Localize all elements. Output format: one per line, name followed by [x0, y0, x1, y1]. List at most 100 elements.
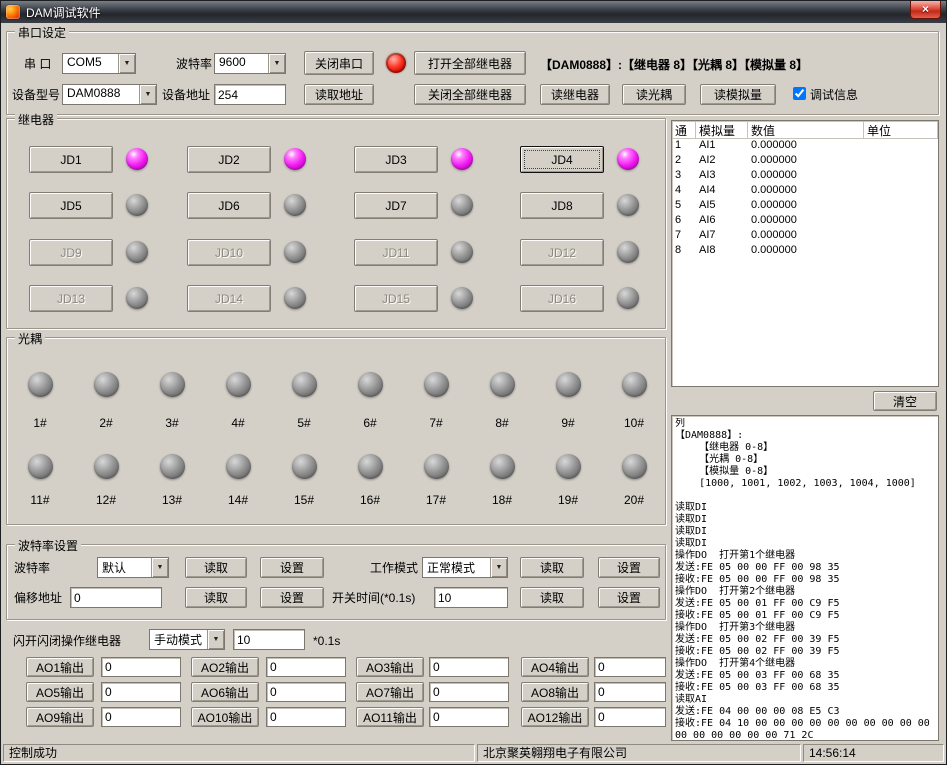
flash-time-input[interactable]	[233, 629, 305, 650]
switch-time-read-button-label: 读取	[540, 589, 564, 606]
baud-setting-combobox[interactable]: 默认 ▼	[97, 557, 169, 578]
analog-table: 通 模拟量 数值 单位 1AI10.000000 2AI20.000000 3A…	[671, 120, 939, 387]
app-icon	[6, 5, 20, 19]
ao-output-button-11[interactable]: AO11输出	[356, 707, 424, 727]
opto-light-5	[292, 372, 317, 397]
ao-value-input-10[interactable]	[266, 707, 346, 727]
ao-output-button-9[interactable]: AO9输出	[26, 707, 94, 727]
cell-unit	[864, 139, 938, 154]
port-combobox[interactable]: COM5 ▼	[62, 53, 136, 74]
model-combobox[interactable]: DAM0888 ▼	[62, 84, 157, 105]
opto-light-8	[490, 372, 515, 397]
open-all-relays-button[interactable]: 打开全部继电器	[414, 51, 526, 75]
relay-button-10-label: JD10	[215, 246, 243, 260]
cell-unit	[864, 199, 938, 214]
relay-button-13[interactable]: JD13	[29, 285, 113, 312]
work-mode-combobox[interactable]: 正常模式 ▼	[422, 557, 508, 578]
switch-time-input[interactable]	[434, 587, 508, 608]
chevron-down-icon[interactable]: ▼	[118, 54, 135, 73]
read-analog-button[interactable]: 读模拟量	[700, 84, 776, 105]
opto-label-14: 14#	[222, 493, 254, 507]
ao-output-button-2[interactable]: AO2输出	[191, 657, 259, 677]
read-relays-button[interactable]: 读继电器	[540, 84, 610, 105]
relay-button-3[interactable]: JD3	[354, 146, 438, 173]
switch-time-read-button[interactable]: 读取	[520, 587, 584, 608]
relay-button-15[interactable]: JD15	[354, 285, 438, 312]
relay-button-11[interactable]: JD11	[354, 239, 438, 266]
device-addr-input[interactable]	[214, 84, 286, 105]
ao-output-button-4[interactable]: AO4输出	[521, 657, 589, 677]
ao-output-button-5[interactable]: AO5输出	[26, 682, 94, 702]
close-serial-button[interactable]: 关闭串口	[304, 51, 374, 75]
ao-value-input-6[interactable]	[266, 682, 346, 702]
relay-button-15-label: JD15	[382, 292, 410, 306]
chevron-down-icon[interactable]: ▼	[151, 558, 168, 577]
relay-button-1[interactable]: JD1	[29, 146, 113, 173]
switch-time-set-button[interactable]: 设置	[598, 587, 660, 608]
ao-value-input-5[interactable]	[101, 682, 181, 702]
chevron-down-icon[interactable]: ▼	[207, 630, 224, 649]
cell-value: 0.000000	[748, 229, 864, 244]
opto-label-5: 5#	[288, 416, 320, 430]
debug-info-checkbox[interactable]	[793, 87, 806, 100]
ao-output-button-10[interactable]: AO10输出	[191, 707, 259, 727]
read-opto-button[interactable]: 读光耦	[622, 84, 686, 105]
ao-value-input-4[interactable]	[594, 657, 666, 677]
cell-name: AI4	[696, 184, 748, 199]
ao-value-input-2[interactable]	[266, 657, 346, 677]
baud-combobox[interactable]: 9600 ▼	[214, 53, 286, 74]
ao-value-input-11[interactable]	[429, 707, 509, 727]
relay-button-12[interactable]: JD12	[520, 239, 604, 266]
ao-output-button-8[interactable]: AO8输出	[521, 682, 589, 702]
ao-output-button-9-label: AO9输出	[36, 709, 84, 726]
ao-output-button-6[interactable]: AO6输出	[191, 682, 259, 702]
opto-light-13	[160, 454, 185, 479]
relay-button-6[interactable]: JD6	[187, 192, 271, 219]
cell-ch: 7	[672, 229, 696, 244]
offset-addr-input[interactable]	[70, 587, 162, 608]
read-address-button[interactable]: 读取地址	[304, 84, 374, 105]
table-row: 1AI10.000000	[672, 139, 938, 154]
ao-value-input-8[interactable]	[594, 682, 666, 702]
baud-settings-group-title: 波特率设置	[15, 537, 81, 554]
chevron-down-icon[interactable]: ▼	[268, 54, 285, 73]
work-mode-set-button[interactable]: 设置	[598, 557, 660, 578]
ao-value-input-9[interactable]	[101, 707, 181, 727]
relay-button-7[interactable]: JD7	[354, 192, 438, 219]
serial-group-title: 串口设定	[15, 24, 69, 41]
relay-button-5[interactable]: JD5	[29, 192, 113, 219]
work-mode-combobox-value: 正常模式	[423, 558, 490, 577]
app-window: DAM调试软件 × 串口设定 串 口 COM5 ▼ 波特率 9600 ▼ 关闭串…	[0, 0, 947, 765]
offset-read-button-label: 读取	[204, 589, 228, 606]
close-all-relays-button[interactable]: 关闭全部继电器	[414, 84, 526, 105]
port-combobox-value: COM5	[63, 54, 118, 73]
close-button[interactable]: ×	[910, 1, 941, 19]
relay-button-2[interactable]: JD2	[187, 146, 271, 173]
ao-value-input-1[interactable]	[101, 657, 181, 677]
ao-value-input-12[interactable]	[594, 707, 666, 727]
offset-set-button[interactable]: 设置	[260, 587, 324, 608]
chevron-down-icon[interactable]: ▼	[139, 85, 156, 104]
flash-mode-combobox[interactable]: 手动模式 ▼	[149, 629, 225, 650]
ao-value-input-7[interactable]	[429, 682, 509, 702]
offset-read-button[interactable]: 读取	[185, 587, 247, 608]
ao-output-button-1[interactable]: AO1输出	[26, 657, 94, 677]
relay-button-10[interactable]: JD10	[187, 239, 271, 266]
ao-value-input-3[interactable]	[429, 657, 509, 677]
ao-output-button-7[interactable]: AO7输出	[356, 682, 424, 702]
debug-log-text: 列 【DAM0888】: 【继电器 0-8】 【光耦 0-8】 【模拟量 0-8…	[675, 418, 936, 738]
baud-set-button[interactable]: 设置	[260, 557, 324, 578]
table-row: 7AI70.000000	[672, 229, 938, 244]
relay-button-4[interactable]: JD4	[520, 146, 604, 173]
relay-button-14[interactable]: JD14	[187, 285, 271, 312]
ao-output-button-7-label: AO7输出	[366, 684, 414, 701]
work-mode-read-button[interactable]: 读取	[520, 557, 584, 578]
ao-output-button-3[interactable]: AO3输出	[356, 657, 424, 677]
relay-button-16[interactable]: JD16	[520, 285, 604, 312]
relay-button-9[interactable]: JD9	[29, 239, 113, 266]
relay-button-8[interactable]: JD8	[520, 192, 604, 219]
clear-button[interactable]: 清空	[873, 391, 937, 411]
ao-output-button-12[interactable]: AO12输出	[521, 707, 589, 727]
chevron-down-icon[interactable]: ▼	[490, 558, 507, 577]
baud-read-button[interactable]: 读取	[185, 557, 247, 578]
